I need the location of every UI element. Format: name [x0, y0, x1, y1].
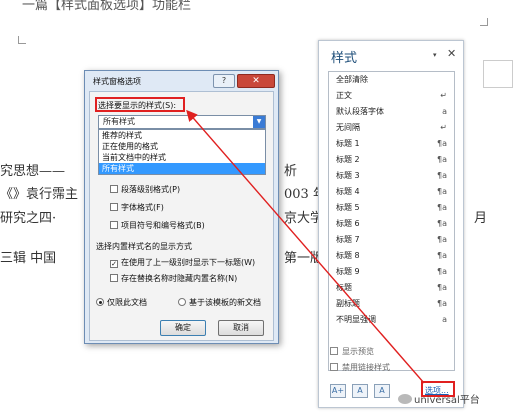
- wechat-icon: [398, 394, 412, 404]
- arrow-line: [186, 109, 425, 384]
- watermark: universal平台: [398, 391, 480, 406]
- annotation-arrow: [186, 109, 425, 384]
